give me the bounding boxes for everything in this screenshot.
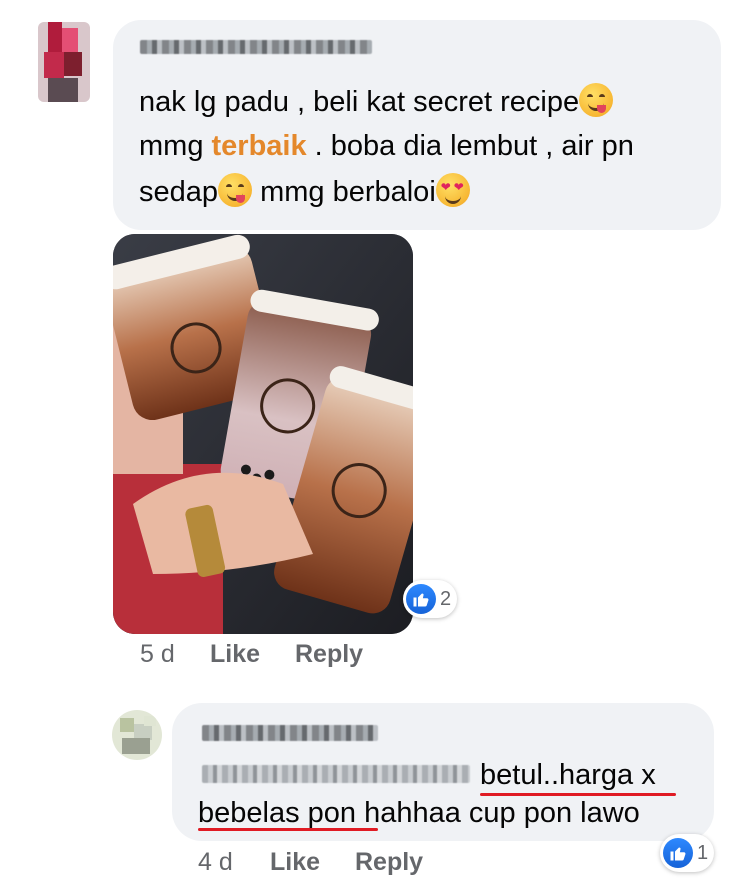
like-thumb-icon (663, 838, 693, 868)
reply-timestamp[interactable]: 4 d (198, 848, 233, 877)
heart-eyes-icon: ❤ ❤ (435, 173, 470, 207)
like-reaction-count[interactable]: 1 (660, 834, 715, 872)
highlighted-word[interactable]: terbaik (212, 130, 307, 162)
commenter-name-blurred[interactable] (140, 40, 372, 54)
like-button[interactable]: Like (210, 640, 260, 669)
comment-line-1: nak lg padu , beli kat secret recipe (139, 80, 614, 124)
like-button[interactable]: Like (270, 848, 320, 877)
comment-photo[interactable] (113, 234, 413, 634)
face-savoring-food-icon (579, 83, 614, 117)
comment-timestamp[interactable]: 5 d (140, 640, 175, 669)
comment-line-2: mmg terbaik . boba dia lembut , air pn (139, 130, 634, 162)
replier-avatar[interactable] (112, 710, 162, 760)
underline-mark (198, 828, 378, 831)
like-reaction-count[interactable]: 2 (403, 580, 458, 618)
face-savoring-food-icon (218, 173, 253, 207)
reaction-count: 1 (697, 841, 709, 864)
like-thumb-icon (406, 584, 436, 614)
reply-button[interactable]: Reply (355, 848, 423, 877)
comment-bubble: nak lg padu , beli kat secret recipe mmg… (113, 20, 721, 230)
reply-bubble: betul..harga x bebelas pon hahhaa cup po… (172, 703, 714, 841)
boba-drinks-image (113, 234, 413, 634)
replier-name-blurred[interactable] (202, 725, 378, 741)
reply-button[interactable]: Reply (295, 640, 363, 669)
comment-line-3: sedap mmg berbaloi ❤ ❤ (139, 170, 470, 214)
reaction-count: 2 (440, 587, 452, 610)
commenter-avatar[interactable] (38, 22, 90, 102)
tagged-user-blurred[interactable] (202, 765, 470, 783)
